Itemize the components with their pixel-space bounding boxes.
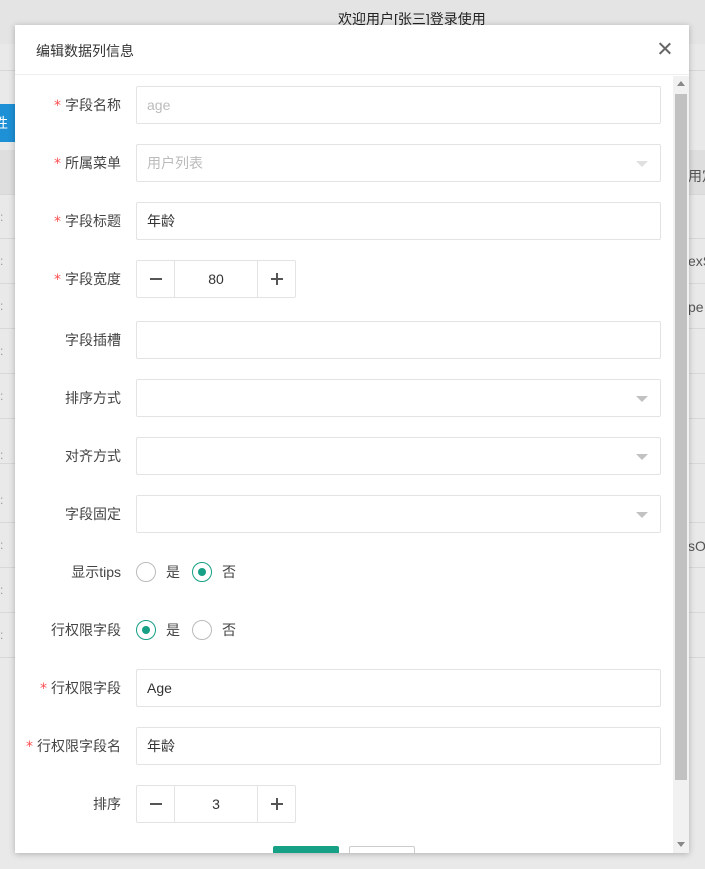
align-mode-select[interactable]: [136, 437, 661, 475]
bg-row-mark: :: [0, 538, 4, 552]
bg-row-mark: :: [0, 389, 4, 403]
order-stepper: 3: [136, 785, 296, 823]
menu-select-value: 用户列表: [147, 155, 203, 171]
field-name-label: * 字段名称: [54, 97, 121, 114]
show-tips-yes-radio[interactable]: [136, 562, 156, 582]
scroll-down-icon[interactable]: [677, 842, 685, 847]
chevron-down-icon: [636, 512, 648, 518]
field-slot-input[interactable]: [136, 321, 661, 359]
field-width-stepper: 80: [136, 260, 296, 298]
row-perm-name-label: * 行权限字段名: [26, 738, 121, 755]
order-value[interactable]: 3: [175, 786, 257, 822]
edit-column-dialog: 编辑数据列信息 * 字段名称 age * 所属菜单 用户列表 * 字段标题 年龄 * 字…: [15, 25, 689, 853]
bg-row-mark: :: [0, 583, 4, 597]
sort-mode-row: 排序方式: [15, 379, 673, 417]
scroll-thumb[interactable]: [675, 94, 687, 780]
field-fixed-select[interactable]: [136, 495, 661, 533]
align-mode-label: 对齐方式: [65, 448, 121, 464]
bg-cell-text: exS: [688, 253, 705, 269]
bg-cell-text: pe: [688, 299, 704, 315]
dialog-scrollbar[interactable]: [673, 76, 689, 853]
row-perm-name-row: * 行权限字段名 年龄: [15, 727, 673, 765]
field-name-row: * 字段名称 age: [15, 86, 673, 124]
show-tips-no-label[interactable]: 否: [222, 553, 236, 591]
bg-row-mark: :: [0, 210, 4, 224]
row-perm-key-label: * 行权限字段: [40, 680, 121, 697]
close-icon[interactable]: [655, 39, 675, 59]
bg-row-mark: :: [0, 299, 4, 313]
minus-icon[interactable]: [137, 261, 175, 297]
field-width-value[interactable]: 80: [175, 261, 257, 297]
cancel-button[interactable]: [349, 846, 415, 853]
field-fixed-row: 字段固定: [15, 495, 673, 533]
order-label: 排序: [93, 796, 121, 812]
row-perm-no-label[interactable]: 否: [222, 611, 236, 649]
bg-row-mark: :: [0, 628, 4, 642]
confirm-button[interactable]: [273, 846, 339, 853]
bg-cell-text: 用定: [688, 168, 705, 184]
row-perm-no-radio[interactable]: [192, 620, 212, 640]
bg-primary-button[interactable]: 性: [0, 104, 16, 142]
plus-icon[interactable]: [257, 786, 295, 822]
dialog-form: * 字段名称 age * 所属菜单 用户列表 * 字段标题 年龄 * 字段宽度 80: [15, 76, 673, 853]
align-mode-row: 对齐方式: [15, 437, 673, 475]
row-perm-key-input[interactable]: Age: [136, 669, 661, 707]
minus-icon[interactable]: [137, 786, 175, 822]
show-tips-label: 显示tips: [71, 564, 121, 580]
row-perm-field-row: 行权限字段 是 否: [15, 611, 673, 649]
order-row: 排序 3: [15, 785, 673, 823]
field-width-row: * 字段宽度 80: [15, 260, 673, 298]
bg-row-mark: :: [0, 344, 4, 358]
bg-row-mark: :: [0, 254, 4, 268]
show-tips-row: 显示tips 是 否: [15, 553, 673, 591]
field-name-input[interactable]: age: [136, 86, 661, 124]
scroll-up-icon[interactable]: [677, 81, 685, 86]
field-width-label: * 字段宽度: [54, 271, 121, 288]
show-tips-no-radio[interactable]: [192, 562, 212, 582]
row-perm-name-input[interactable]: 年龄: [136, 727, 661, 765]
field-slot-label: 字段插槽: [65, 332, 121, 348]
menu-label: * 所属菜单: [54, 155, 121, 172]
chevron-down-icon: [636, 161, 648, 167]
dialog-header: 编辑数据列信息: [15, 25, 689, 75]
row-perm-yes-radio[interactable]: [136, 620, 156, 640]
row-perm-key-row: * 行权限字段 Age: [15, 669, 673, 707]
sort-mode-label: 排序方式: [65, 390, 121, 406]
field-title-label: * 字段标题: [54, 213, 121, 230]
field-title-input[interactable]: 年龄: [136, 202, 661, 240]
chevron-down-icon: [636, 396, 648, 402]
dialog-title: 编辑数据列信息: [36, 43, 134, 59]
sort-mode-select[interactable]: [136, 379, 661, 417]
field-fixed-label: 字段固定: [65, 506, 121, 522]
field-title-row: * 字段标题 年龄: [15, 202, 673, 240]
chevron-down-icon: [636, 454, 648, 460]
menu-select[interactable]: 用户列表: [136, 144, 661, 182]
row-perm-field-label: 行权限字段: [51, 622, 121, 638]
row-perm-yes-label[interactable]: 是: [166, 611, 180, 649]
bg-row-mark: :: [0, 448, 4, 462]
menu-row: * 所属菜单 用户列表: [15, 144, 673, 182]
bg-cell-text: sOp: [688, 538, 705, 554]
field-slot-row: 字段插槽: [15, 321, 673, 359]
show-tips-yes-label[interactable]: 是: [166, 553, 180, 591]
plus-icon[interactable]: [257, 261, 295, 297]
bg-row-mark: :: [0, 493, 4, 507]
